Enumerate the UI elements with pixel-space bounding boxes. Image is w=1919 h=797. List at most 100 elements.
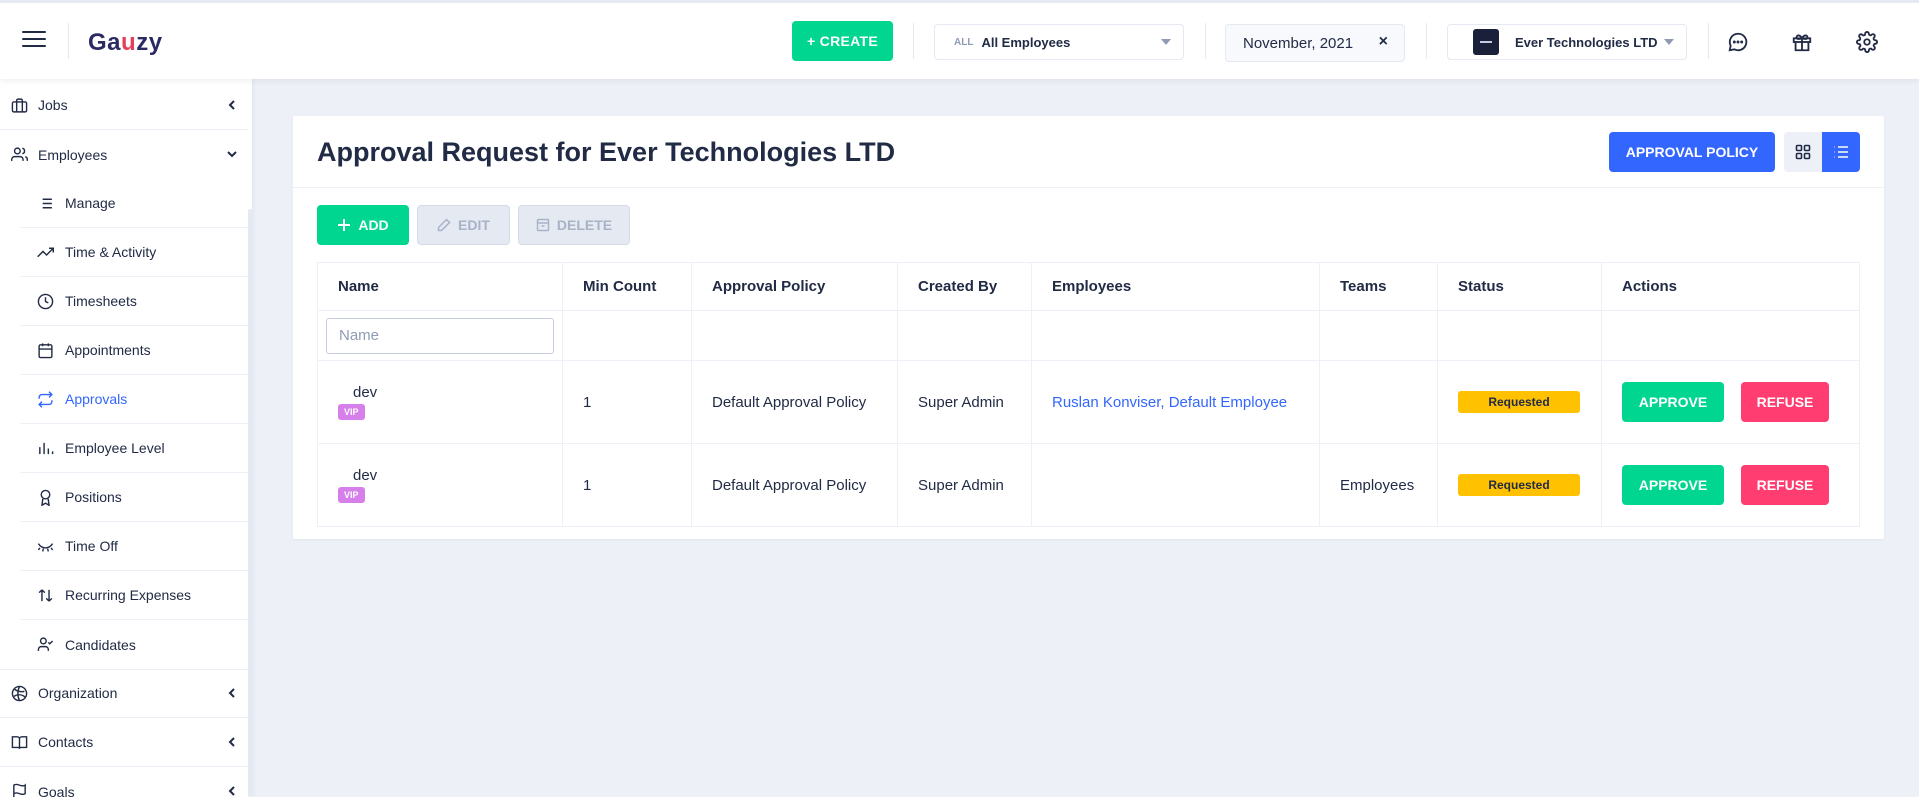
bar-chart-icon (36, 439, 54, 457)
sidebar-item-appointments[interactable]: Appointments (20, 326, 252, 375)
app-logo[interactable]: Gauzy (88, 29, 163, 57)
table-row[interactable]: dev VIP 1 Default Approval Policy Super … (318, 444, 1859, 526)
sidebar-item-organization[interactable]: Organization (0, 669, 248, 718)
column-header-teams[interactable]: Teams (1320, 263, 1438, 310)
chat-icon[interactable] (1727, 31, 1749, 53)
close-icon[interactable]: × (1379, 33, 1388, 51)
plus-icon (338, 219, 351, 231)
sidebar-item-label: Time Off (65, 538, 118, 554)
date-picker[interactable]: November, 2021 × (1225, 24, 1405, 62)
chevron-down-icon (1664, 39, 1674, 45)
approval-policy-cell: Default Approval Policy (692, 444, 898, 526)
gear-icon[interactable] (1856, 31, 1878, 53)
organization-select[interactable]: Ever Technologies LTD (1447, 24, 1687, 60)
name-filter-input[interactable] (326, 317, 554, 354)
sidebar-item-label: Contacts (38, 734, 94, 750)
status-cell: Requested (1438, 361, 1602, 443)
refuse-button[interactable]: REFUSE (1741, 465, 1829, 505)
list-view-button[interactable] (1822, 132, 1860, 172)
column-header-name[interactable]: Name (318, 263, 563, 310)
sidebar-item-employee-level[interactable]: Employee Level (20, 424, 252, 473)
flag-icon (10, 783, 28, 797)
sidebar-item-manage[interactable]: Manage (20, 179, 252, 228)
employees-cell: Ruslan Konviser, Default Employee (1032, 361, 1320, 443)
filter-cell (1602, 311, 1859, 360)
table-filter-row (318, 311, 1859, 361)
employees-link[interactable]: Ruslan Konviser, Default Employee (1052, 394, 1287, 411)
card-header: Approval Request for Ever Technologies L… (293, 116, 1884, 188)
globe-icon (10, 684, 28, 702)
approval-policy-button[interactable]: APPROVAL POLICY (1609, 132, 1775, 172)
eye-off-icon (36, 537, 54, 555)
name-cell: dev VIP (318, 444, 563, 526)
sidebar-item-label: Employee Level (65, 440, 165, 456)
request-name: dev (353, 384, 378, 401)
hamburger-menu-icon[interactable] (22, 31, 46, 51)
sidebar-item-positions[interactable]: Positions (20, 473, 252, 522)
book-icon (10, 733, 28, 751)
column-header-min-count[interactable]: Min Count (563, 263, 692, 310)
sidebar-item-label: Candidates (65, 636, 136, 653)
sidebar-item-jobs[interactable]: Jobs (0, 81, 248, 130)
gift-icon[interactable] (1791, 31, 1813, 53)
sidebar-item-label: Approvals (65, 391, 128, 407)
sidebar-item-approvals[interactable]: Approvals (20, 375, 252, 424)
column-header-employees[interactable]: Employees (1032, 263, 1320, 310)
table-row[interactable]: dev VIP 1 Default Approval Policy Super … (318, 361, 1859, 444)
add-button-label: ADD (358, 217, 389, 233)
trending-icon (36, 243, 54, 261)
created-by-cell: Super Admin (898, 444, 1032, 526)
grid-view-button[interactable] (1784, 132, 1822, 172)
approve-button[interactable]: APPROVE (1622, 465, 1724, 505)
sidebar-item-employees[interactable]: Employees (0, 130, 248, 179)
edit-icon (437, 218, 451, 232)
sidebar-item-goals[interactable]: Goals (0, 767, 248, 797)
column-header-approval-policy[interactable]: Approval Policy (692, 263, 898, 310)
status-cell: Requested (1438, 444, 1602, 526)
sidebar-item-contacts[interactable]: Contacts (0, 718, 248, 767)
approval-policy-cell: Default Approval Policy (692, 361, 898, 443)
min-count-cell: 1 (563, 361, 692, 443)
header-divider (1708, 23, 1709, 59)
clock-icon (36, 292, 54, 310)
employee-select-value: All Employees (981, 34, 1071, 50)
approvals-table: Name Min Count Approval Policy Created B… (317, 262, 1860, 527)
page-title: Approval Request for Ever Technologies L… (317, 137, 896, 167)
min-count-cell: 1 (563, 444, 692, 526)
add-button[interactable]: ADD (317, 205, 409, 245)
name-cell: dev VIP (318, 361, 563, 443)
sidebar-item-label: Goals (38, 783, 75, 797)
repeat-icon (36, 390, 54, 408)
organization-value: Ever Technologies LTD (1515, 34, 1658, 50)
edit-button-label: EDIT (458, 217, 490, 233)
sidebar-item-label: Appointments (65, 342, 151, 358)
delete-button-label: DELETE (556, 217, 613, 233)
sidebar-scrollbar[interactable] (248, 209, 252, 797)
top-header: Gauzy + CREATE ALL All Employees Novembe… (0, 0, 1919, 79)
create-button[interactable]: + CREATE (792, 21, 893, 61)
status-badge: Requested (1458, 391, 1580, 413)
chevron-left-icon (228, 688, 235, 698)
employee-select-prefix: ALL (954, 36, 974, 48)
sidebar-item-time-off[interactable]: Time Off (20, 522, 252, 571)
sidebar-item-time-activity[interactable]: Time & Activity (20, 228, 252, 277)
vip-badge: VIP (338, 487, 365, 503)
sidebar-item-label: Organization (38, 685, 118, 701)
approve-button[interactable]: APPROVE (1622, 382, 1724, 422)
table-header-row: Name Min Count Approval Policy Created B… (318, 263, 1859, 311)
sidebar-item-candidates[interactable]: Candidates (20, 620, 252, 669)
actions-cell: APPROVE REFUSE (1602, 361, 1859, 443)
column-header-status[interactable]: Status (1438, 263, 1602, 310)
edit-button[interactable]: EDIT (417, 205, 510, 245)
employees-cell (1032, 444, 1320, 526)
filter-cell (692, 311, 898, 360)
filter-cell (1438, 311, 1602, 360)
request-name: dev (353, 467, 378, 484)
refuse-button[interactable]: REFUSE (1741, 382, 1829, 422)
sidebar-item-timesheets[interactable]: Timesheets (20, 277, 252, 326)
delete-button[interactable]: DELETE (518, 205, 630, 245)
column-header-created-by[interactable]: Created By (898, 263, 1032, 310)
sidebar-item-recurring-expenses[interactable]: Recurring Expenses (20, 571, 252, 620)
employee-select[interactable]: ALL All Employees (934, 24, 1184, 60)
sidebar-item-label: Timesheets (65, 293, 137, 309)
